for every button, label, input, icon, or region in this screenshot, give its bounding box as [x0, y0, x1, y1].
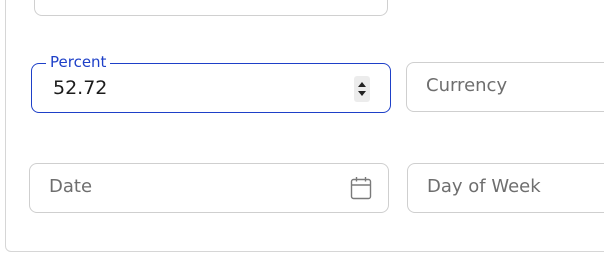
currency-field[interactable]: Currency — [406, 62, 604, 112]
percent-field[interactable]: Percent 52.72 — [31, 53, 391, 113]
stepper-up-icon[interactable] — [358, 82, 366, 87]
percent-label: Percent — [46, 53, 111, 71]
date-placeholder: Date — [49, 176, 93, 197]
stepper-down-icon[interactable] — [358, 91, 366, 96]
calendar-icon[interactable] — [350, 176, 372, 200]
previous-field[interactable] — [34, 0, 388, 16]
day-of-week-field[interactable]: Day of Week — [407, 163, 604, 213]
percent-value[interactable]: 52.72 — [53, 76, 107, 100]
form-panel — [5, 0, 604, 252]
number-stepper[interactable] — [354, 76, 370, 102]
date-field[interactable]: Date — [29, 163, 389, 213]
day-of-week-placeholder: Day of Week — [427, 176, 541, 197]
currency-placeholder: Currency — [426, 75, 508, 96]
